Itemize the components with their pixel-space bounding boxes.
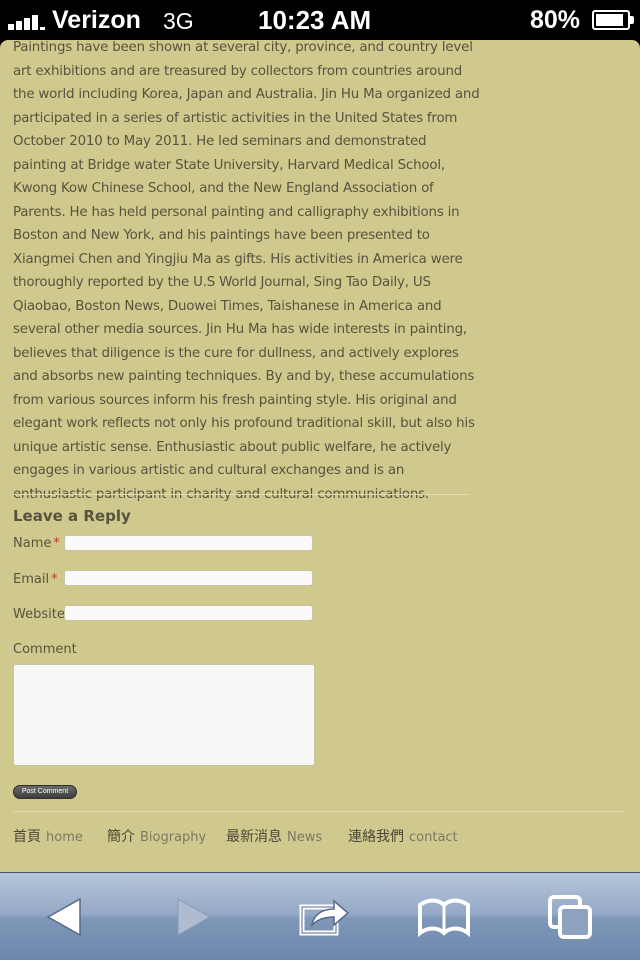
browser-toolbar [0,872,640,960]
nav-zh-label: 首頁 [13,829,41,845]
nav-zh-label: 簡介 [107,829,135,845]
battery-icon [592,10,634,30]
network-type: 3G [163,8,194,34]
email-field[interactable] [64,570,313,586]
back-arrow-icon [46,897,81,937]
artist-biography-text: Paintings have been shown at several cit… [13,40,480,502]
bookmarks-icon [418,898,470,937]
forward-button[interactable] [164,893,224,941]
website-label: Website [13,607,65,622]
web-page[interactable]: Paintings have been shown at several cit… [0,40,640,872]
email-label-text: Email [13,572,50,587]
email-label: Email * [13,572,58,587]
nav-zh-label: 最新消息 [226,829,282,845]
tabs-button[interactable] [540,893,600,941]
status-bar: Verizon 3G 10:23 AM 80% [0,0,640,40]
forward-arrow-icon [177,898,212,936]
name-label-text: Name [13,536,52,551]
share-button[interactable] [294,893,354,941]
post-comment-button[interactable]: Post Comment [13,785,77,799]
carrier-name: Verizon [52,6,141,34]
nav-en-label: home [46,830,83,845]
footer-divider [13,811,623,812]
battery-percent: 80% [530,6,581,34]
leave-reply-heading: Leave a Reply [13,507,131,525]
status-time: 10:23 AM [258,5,372,35]
nav-link-biography[interactable]: 簡介 Biography [107,826,206,846]
signal-strength-icon [8,12,48,30]
tabs-icon [548,895,592,939]
nav-link-contact[interactable]: 連絡我們 contact [348,826,458,846]
comment-textarea[interactable] [13,664,315,766]
nav-en-label: contact [409,830,458,845]
comment-label: Comment [13,642,77,657]
content-divider [13,494,470,495]
website-field[interactable] [64,605,313,621]
bookmarks-button[interactable] [414,893,474,941]
share-icon [299,899,350,936]
nav-link-news[interactable]: 最新消息 News [226,826,322,846]
name-field[interactable] [64,535,313,551]
nav-en-label: News [287,830,323,845]
nav-link-home[interactable]: 首頁 home [13,826,83,846]
name-label: Name * [13,536,60,551]
nav-en-label: Biography [140,830,207,845]
back-button[interactable] [36,893,96,941]
required-mark: * [51,572,58,587]
required-mark: * [53,536,60,551]
nav-zh-label: 連絡我們 [348,829,404,845]
